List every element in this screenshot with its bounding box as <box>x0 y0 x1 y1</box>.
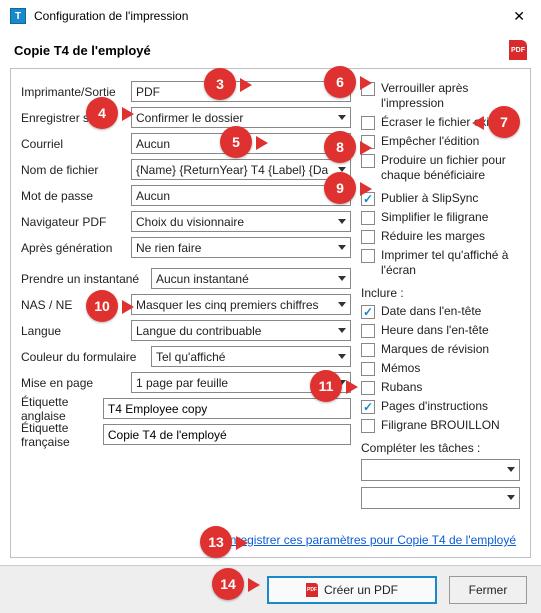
layout-combo[interactable]: 1 page par feuille <box>131 372 351 393</box>
task-combo-2[interactable] <box>361 487 520 509</box>
lang-combo[interactable]: Langue du contribuable <box>131 320 351 341</box>
asis-checkbox[interactable] <box>361 249 375 263</box>
label-fr-label: Étiquette française <box>21 421 103 449</box>
left-column: Imprimante/Sortie PDF Enregistrer sous C… <box>21 81 351 515</box>
label-fr-input[interactable] <box>103 424 351 445</box>
perben-checkbox[interactable] <box>361 154 375 168</box>
tasks-title: Compléter les tâches : <box>361 441 520 455</box>
slipsync-checkbox[interactable] <box>361 192 375 206</box>
simplify-checkbox[interactable] <box>361 211 375 225</box>
label-en-input[interactable] <box>103 398 351 419</box>
pdf-mini-icon: PDF <box>306 583 318 597</box>
formcolor-label: Couleur du formulaire <box>21 350 151 364</box>
aftergen-label: Après génération <box>21 241 131 255</box>
pdf-icon[interactable]: PDF <box>509 40 527 60</box>
label-en-label: Étiquette anglaise <box>21 395 103 423</box>
sin-label: NAS / NE <box>21 298 131 312</box>
include-title: Inclure : <box>361 286 520 300</box>
viewer-combo[interactable]: Choix du visionnaire <box>131 211 351 232</box>
saveas-label: Enregistrer sous <box>21 111 131 125</box>
inc-datehdr-checkbox[interactable] <box>361 305 375 319</box>
right-column: Verrouiller après l'impression Écraser l… <box>361 81 520 515</box>
titlebar: T Configuration de l'impression ✕ <box>0 0 541 32</box>
saveas-combo[interactable]: Confirmer le dossier <box>131 107 351 128</box>
page-title: Copie T4 de l'employé <box>14 43 509 58</box>
layout-label: Mise en page <box>21 376 131 390</box>
sin-combo[interactable]: Masquer les cinq premiers chiffres <box>131 294 351 315</box>
inc-instr-checkbox[interactable] <box>361 400 375 414</box>
inc-draft-checkbox[interactable] <box>361 419 375 433</box>
app-icon: T <box>10 8 26 24</box>
inc-ribbons-checkbox[interactable] <box>361 381 375 395</box>
inc-revmarks-checkbox[interactable] <box>361 343 375 357</box>
footer: PDF Créer un PDF Fermer <box>0 565 541 613</box>
settings-panel: Imprimante/Sortie PDF Enregistrer sous C… <box>10 68 531 558</box>
window-title: Configuration de l'impression <box>34 9 507 23</box>
subtitle-row: Copie T4 de l'employé PDF <box>0 32 541 68</box>
overwrite-checkbox[interactable] <box>361 116 375 130</box>
printer-label: Imprimante/Sortie <box>21 85 131 99</box>
password-label: Mot de passe <box>21 189 131 203</box>
email-combo[interactable]: Aucun <box>131 133 351 154</box>
close-icon[interactable]: ✕ <box>507 8 531 25</box>
email-label: Courriel <box>21 137 131 151</box>
snapshot-combo[interactable]: Aucun instantané <box>151 268 351 289</box>
save-params-link-row: Enregistrer ces paramètres pour Copie T4… <box>222 533 516 547</box>
lock-checkbox[interactable] <box>361 82 375 96</box>
noedit-checkbox[interactable] <box>361 135 375 149</box>
viewer-label: Navigateur PDF <box>21 215 131 229</box>
lang-label: Langue <box>21 324 131 338</box>
formcolor-combo[interactable]: Tel qu'affiché <box>151 346 351 367</box>
margins-checkbox[interactable] <box>361 230 375 244</box>
snapshot-label: Prendre un instantané <box>21 272 151 286</box>
filename-combo[interactable]: {Name} {ReturnYear} T4 {Label} {Da <box>131 159 351 180</box>
filename-label: Nom de fichier <box>21 163 131 177</box>
close-button[interactable]: Fermer <box>449 576 527 604</box>
inc-timehdr-checkbox[interactable] <box>361 324 375 338</box>
create-pdf-button[interactable]: PDF Créer un PDF <box>267 576 437 604</box>
task-combo-1[interactable] <box>361 459 520 481</box>
aftergen-combo[interactable]: Ne rien faire <box>131 237 351 258</box>
password-combo[interactable]: Aucun <box>131 185 351 206</box>
printer-combo[interactable]: PDF <box>131 81 351 102</box>
save-params-link[interactable]: Enregistrer ces paramètres pour Copie T4… <box>222 533 516 547</box>
inc-memos-checkbox[interactable] <box>361 362 375 376</box>
